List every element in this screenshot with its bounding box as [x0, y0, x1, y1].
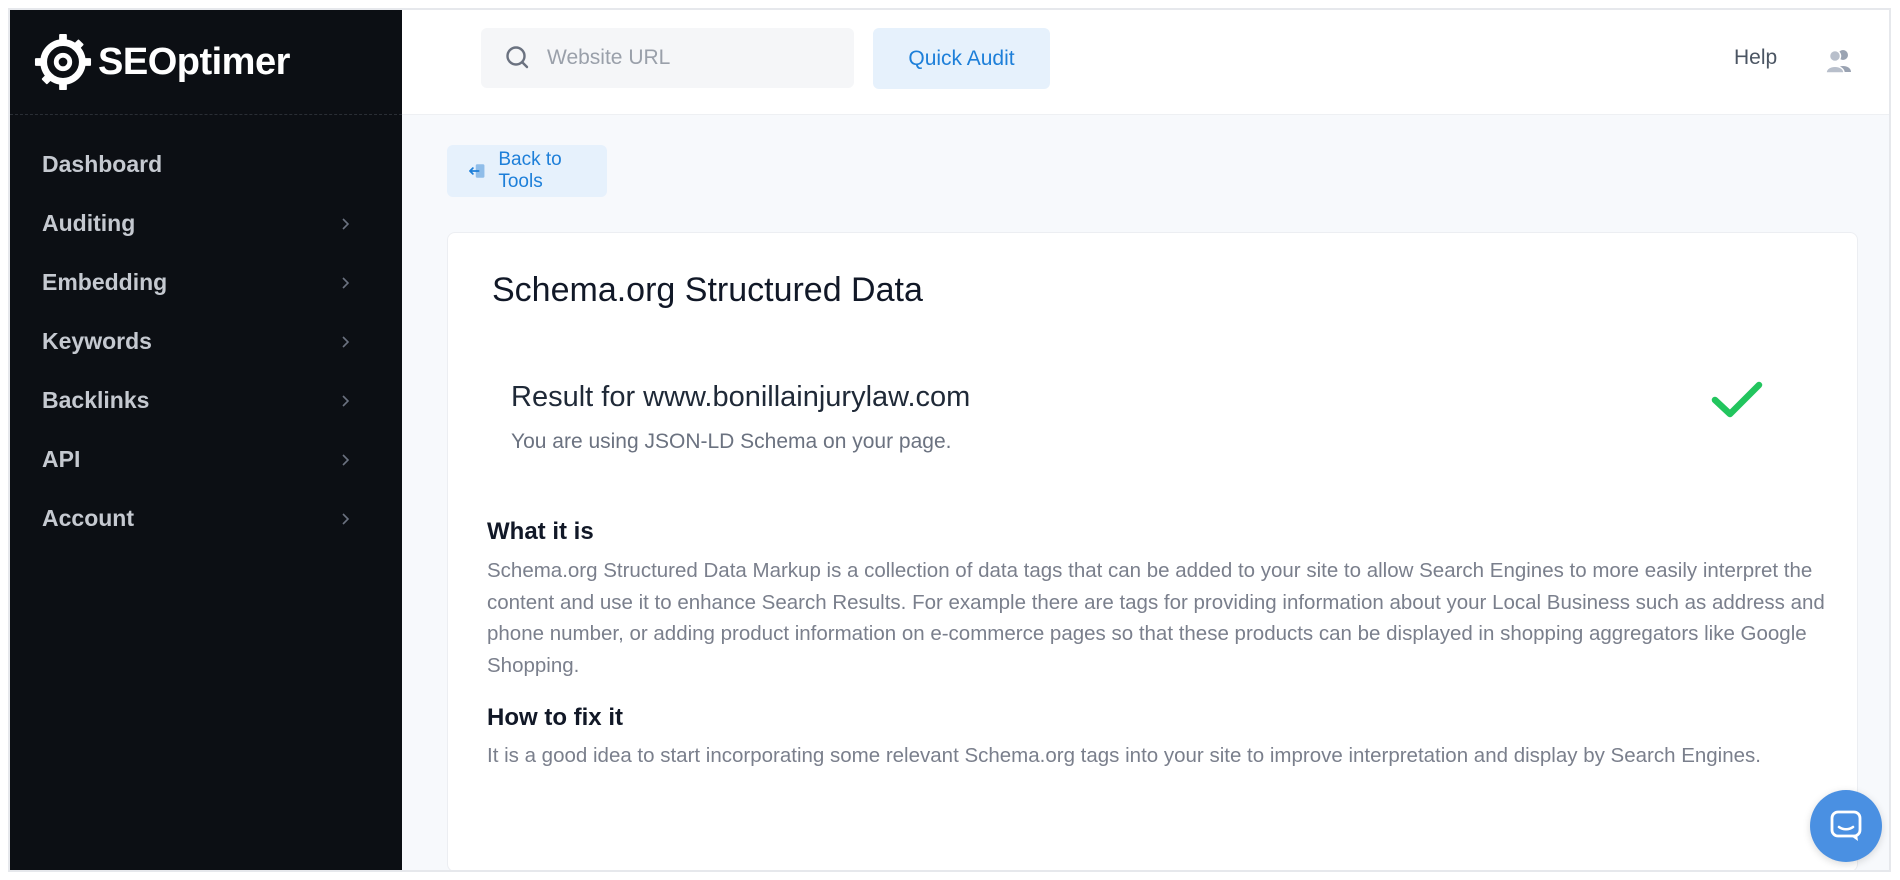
sidebar-item-label: API — [42, 446, 81, 472]
sidebar-item-dashboard[interactable]: Dashboard — [10, 135, 402, 194]
chat-icon — [1830, 810, 1862, 841]
main-content: Quick Audit Help Back to Tools Schema.or… — [402, 10, 1889, 870]
chevron-right-icon — [342, 453, 350, 466]
sidebar-item-api[interactable]: API — [10, 430, 402, 489]
search-box[interactable] — [481, 28, 854, 88]
gear-logo-icon — [34, 33, 92, 91]
users-icon[interactable] — [1824, 46, 1854, 76]
how-to-fix-heading: How to fix it — [487, 704, 623, 731]
topbar: Quick Audit Help — [402, 10, 1889, 115]
search-icon — [506, 46, 529, 69]
what-it-is-heading: What it is — [487, 518, 594, 545]
sidebar-item-label: Backlinks — [42, 387, 150, 413]
what-it-is-text: Schema.org Structured Data Markup is a c… — [487, 559, 1825, 677]
app-window: SEOptimer Dashboard Auditing Embedding K… — [8, 8, 1891, 872]
chevron-right-icon — [342, 394, 350, 407]
quick-audit-button[interactable]: Quick Audit — [873, 28, 1050, 89]
chat-launcher-button[interactable] — [1810, 790, 1882, 862]
chevron-right-icon — [342, 512, 350, 525]
check-icon — [1711, 381, 1763, 418]
sidebar-item-auditing[interactable]: Auditing — [10, 194, 402, 253]
page-title: Schema.org Structured Data — [492, 271, 923, 309]
back-to-tools-button[interactable]: Back to Tools — [447, 145, 607, 197]
sidebar-item-label: Keywords — [42, 328, 152, 354]
sidebar-item-embedding[interactable]: Embedding — [10, 253, 402, 312]
brand-name: SEOptimer — [98, 40, 290, 83]
sidebar-nav: Dashboard Auditing Embedding Keywords Ba… — [10, 135, 402, 548]
brand[interactable]: SEOptimer — [10, 10, 402, 115]
chevron-right-icon — [342, 276, 350, 289]
sidebar-item-keywords[interactable]: Keywords — [10, 312, 402, 371]
website-url-input[interactable] — [547, 46, 827, 70]
result-title: Result for www.bonillainjurylaw.com — [511, 381, 971, 413]
sidebar-item-backlinks[interactable]: Backlinks — [10, 371, 402, 430]
sidebar-item-label: Account — [42, 505, 134, 531]
sidebar-item-account[interactable]: Account — [10, 489, 402, 548]
sidebar: SEOptimer Dashboard Auditing Embedding K… — [10, 10, 402, 870]
chevron-right-icon — [342, 217, 350, 230]
chevron-right-icon — [342, 335, 350, 348]
how-to-fix-text: It is a good idea to start incorporating… — [487, 744, 1761, 767]
sidebar-item-label: Dashboard — [42, 151, 163, 177]
help-link[interactable]: Help — [1734, 46, 1777, 70]
back-to-tools-label: Back to Tools — [498, 149, 562, 192]
sidebar-item-label: Embedding — [42, 269, 168, 295]
result-subtitle: You are using JSON-LD Schema on your pag… — [511, 430, 952, 453]
back-arrow-icon — [469, 164, 485, 178]
sidebar-item-label: Auditing — [42, 210, 136, 236]
result-card: Schema.org Structured Data Result for ww… — [447, 232, 1858, 870]
